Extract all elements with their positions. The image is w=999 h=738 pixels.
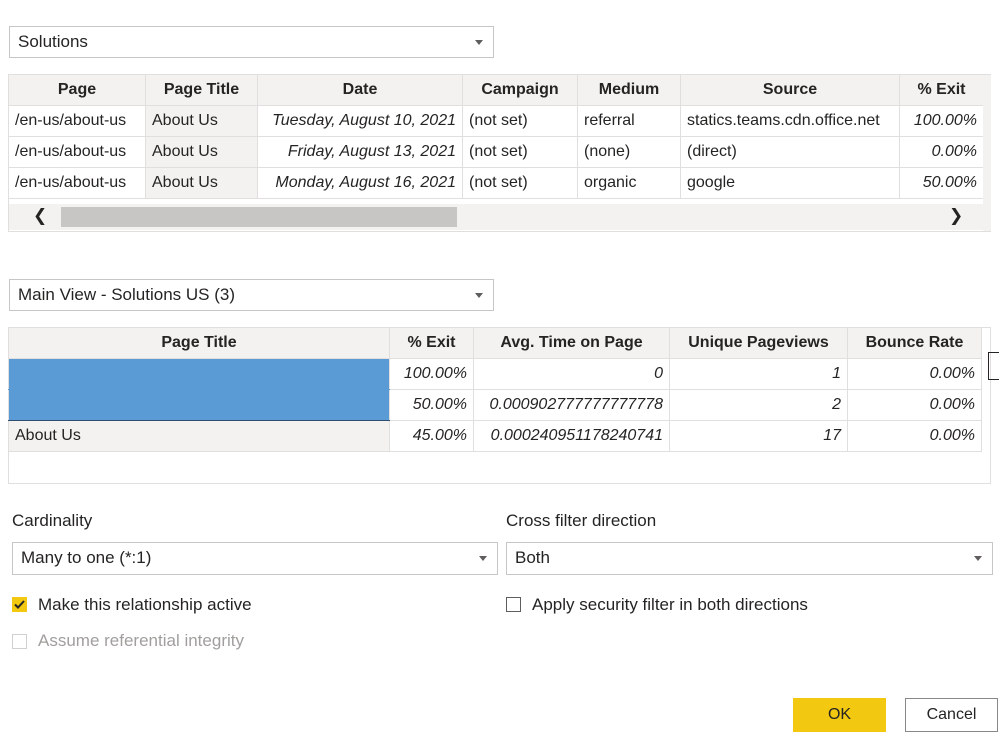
cross-filter-dropdown[interactable]: Both xyxy=(506,542,993,575)
cancel-button-label: Cancel xyxy=(926,706,977,723)
table-cell: About Us xyxy=(8,420,390,452)
ok-button-label: OK xyxy=(827,706,852,723)
cardinality-label: Cardinality xyxy=(12,511,93,530)
table-cell: organic xyxy=(577,167,681,199)
cardinality-dropdown[interactable]: Many to one (*:1) xyxy=(12,542,498,575)
table-cell: statics.teams.cdn.office.net xyxy=(680,105,900,137)
table-row: /en-us/about-us About Us Tuesday, August… xyxy=(8,105,984,137)
column-header[interactable]: Campaign xyxy=(462,74,578,106)
table-cell: 2 xyxy=(669,389,848,421)
referential-integrity-option[interactable]: Assume referential integrity xyxy=(12,631,282,653)
table-cell-selected[interactable] xyxy=(8,389,390,421)
scrollbar-thumb[interactable] xyxy=(61,207,457,227)
scroll-right-icon[interactable]: ❯ xyxy=(949,206,963,226)
table-header-row: Page Page Title Date Campaign Medium Sou… xyxy=(8,74,984,106)
table-cell: 0.000902777777777778 xyxy=(473,389,670,421)
chevron-down-icon xyxy=(974,556,982,561)
checkbox-checked-icon[interactable] xyxy=(12,597,27,612)
horizontal-scrollbar[interactable]: ❮ ❯ xyxy=(9,204,990,230)
column-header[interactable]: Page Title xyxy=(8,327,390,359)
scroll-left-icon[interactable]: ❮ xyxy=(33,206,47,226)
table-cell: 0.00% xyxy=(847,389,982,421)
cross-filter-value: Both xyxy=(515,548,550,567)
table-cell: (not set) xyxy=(462,136,578,168)
table-cell: 45.00% xyxy=(389,420,474,452)
table-cell: 0.00% xyxy=(847,420,982,452)
table-cell: Friday, August 13, 2021 xyxy=(257,136,463,168)
security-filter-option[interactable]: Apply security filter in both directions xyxy=(506,595,846,617)
table-cell: google xyxy=(680,167,900,199)
make-active-option[interactable]: Make this relationship active xyxy=(12,595,282,617)
related-table-dropdown[interactable]: Main View - Solutions US (3) xyxy=(9,279,494,311)
column-header[interactable]: Medium xyxy=(577,74,681,106)
table-row: About Us 45.00% 0.000240951178240741 17 … xyxy=(8,420,982,452)
cross-filter-label: Cross filter direction xyxy=(506,511,657,530)
column-header[interactable]: Avg. Time on Page xyxy=(473,327,670,359)
table-cell: referral xyxy=(577,105,681,137)
table-cell: /en-us/about-us xyxy=(8,136,146,168)
chevron-down-icon xyxy=(475,40,483,45)
checkbox-unchecked-icon[interactable] xyxy=(506,597,521,612)
table-cell: Monday, August 16, 2021 xyxy=(257,167,463,199)
related-table-value: Main View - Solutions US (3) xyxy=(18,285,235,304)
table-select-value: Solutions xyxy=(18,32,88,51)
security-filter-label: Apply security filter in both directions xyxy=(532,595,808,614)
table-cell: 0.000240951178240741 xyxy=(473,420,670,452)
table-cell: 0.00% xyxy=(847,358,982,390)
table-row: /en-us/about-us About Us Friday, August … xyxy=(8,136,984,168)
table-cell: 50.00% xyxy=(389,389,474,421)
table-cell: (not set) xyxy=(462,167,578,199)
column-header[interactable]: % Exit xyxy=(899,74,984,106)
table-cell: 50.00% xyxy=(899,167,984,199)
table-row: 50.00% 0.000902777777777778 2 0.00% xyxy=(8,389,982,421)
column-header[interactable]: Page Title xyxy=(145,74,258,106)
table-cell: 17 xyxy=(669,420,848,452)
chevron-down-icon xyxy=(475,293,483,298)
table-row: 100.00% 0 1 0.00% xyxy=(8,358,982,390)
cancel-button[interactable]: Cancel xyxy=(905,698,998,732)
column-header[interactable]: Source xyxy=(680,74,900,106)
table-cell: 0 xyxy=(473,358,670,390)
bottom-preview-table: Page Title % Exit Avg. Time on Page Uniq… xyxy=(8,327,982,452)
table-cell: 100.00% xyxy=(389,358,474,390)
table-cell: 0.00% xyxy=(899,136,984,168)
table-cell: Tuesday, August 10, 2021 xyxy=(257,105,463,137)
table-cell: About Us xyxy=(145,136,258,168)
table-cell: About Us xyxy=(145,105,258,137)
top-preview-table: Page Page Title Date Campaign Medium Sou… xyxy=(8,74,984,199)
column-header[interactable]: Page xyxy=(8,74,146,106)
table-cell: /en-us/about-us xyxy=(8,167,146,199)
ok-button[interactable]: OK xyxy=(793,698,886,732)
column-header[interactable]: % Exit xyxy=(389,327,474,359)
table-cell: (direct) xyxy=(680,136,900,168)
table-select-dropdown[interactable]: Solutions xyxy=(9,26,494,58)
table-cell: 1 xyxy=(669,358,848,390)
referential-integrity-label: Assume referential integrity xyxy=(38,631,244,650)
checkbox-disabled-icon[interactable] xyxy=(12,634,27,649)
table-cell: (not set) xyxy=(462,105,578,137)
column-header[interactable]: Unique Pageviews xyxy=(669,327,848,359)
chevron-down-icon xyxy=(479,556,487,561)
column-header[interactable]: Bounce Rate xyxy=(847,327,982,359)
table-cell: (none) xyxy=(577,136,681,168)
table-cell: 100.00% xyxy=(899,105,984,137)
resize-handle[interactable] xyxy=(988,352,999,380)
table-row: /en-us/about-us About Us Monday, August … xyxy=(8,167,984,199)
table-cell-selected[interactable] xyxy=(8,358,390,390)
table-cell: About Us xyxy=(145,167,258,199)
column-header[interactable]: Date xyxy=(257,74,463,106)
cardinality-value: Many to one (*:1) xyxy=(21,548,152,567)
table-cell: /en-us/about-us xyxy=(8,105,146,137)
table-header-row: Page Title % Exit Avg. Time on Page Uniq… xyxy=(8,327,982,359)
make-active-label: Make this relationship active xyxy=(38,595,252,614)
